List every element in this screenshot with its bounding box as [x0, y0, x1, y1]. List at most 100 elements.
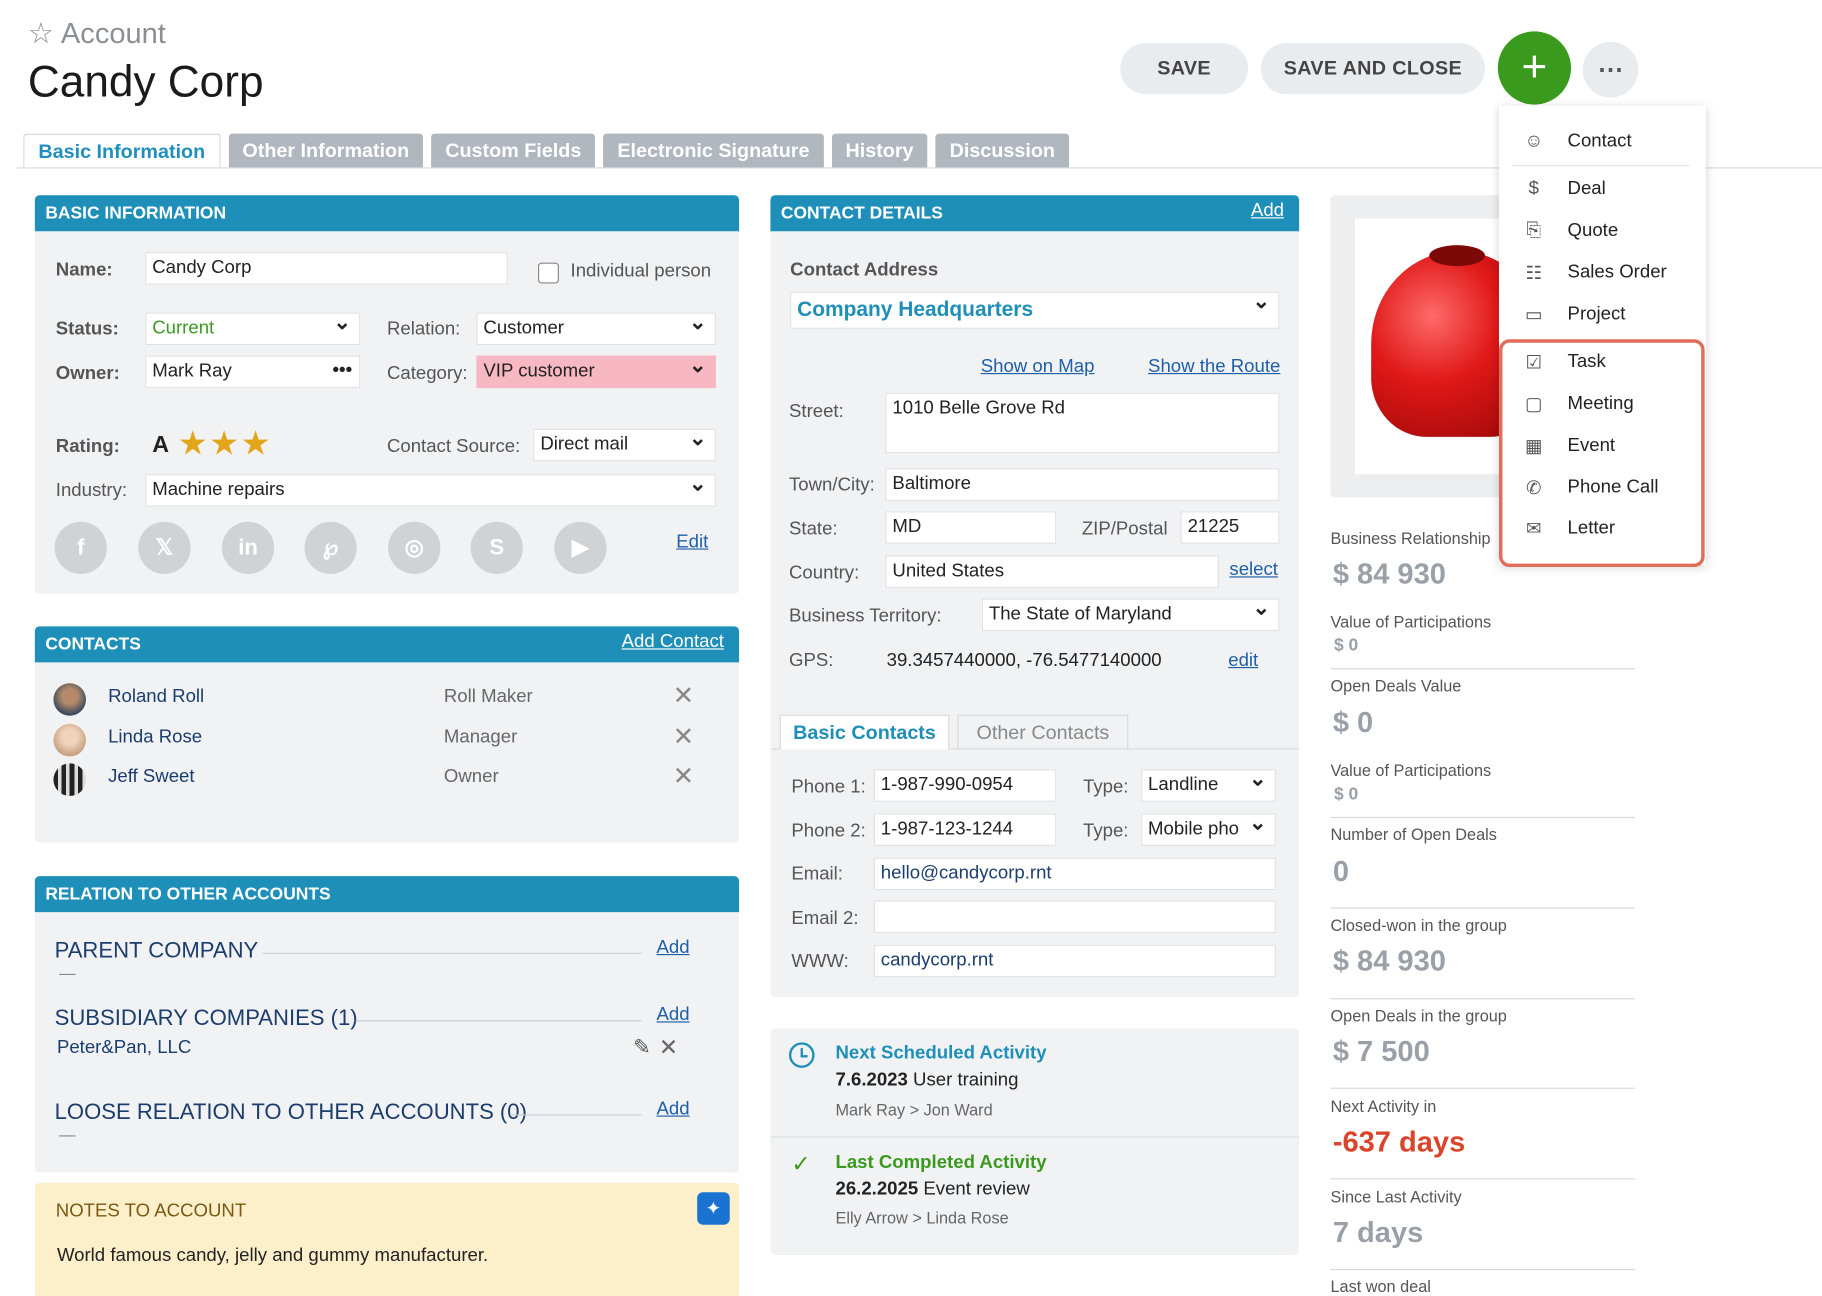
contact-row[interactable]: Jeff Sweet Owner ✕	[35, 761, 739, 796]
divider	[355, 1020, 642, 1022]
owner-field[interactable]: Mark Ray •••	[145, 355, 361, 389]
contact-source-label: Contact Source:	[386, 436, 521, 457]
stat-value: $ 0	[1333, 784, 1359, 805]
account-image[interactable]	[1354, 218, 1546, 475]
owner-label: Owner:	[55, 363, 120, 384]
relations-header: RELATION TO OTHER ACCOUNTS	[34, 876, 740, 913]
tab-electronic-signature[interactable]: Electronic Signature	[603, 133, 824, 169]
star-icon[interactable]: ☆	[28, 17, 54, 50]
pinterest-icon[interactable]: ℘	[304, 521, 357, 575]
subsidiary-item[interactable]: Peter&Pan, LLC	[57, 1038, 191, 1059]
edit-pencil-icon[interactable]: ✎	[633, 1035, 651, 1059]
divider	[770, 1136, 1300, 1138]
select-country-link[interactable]: select	[1229, 560, 1278, 581]
subsidiary-companies-heading: SUBSIDIARY COMPANIES (1)	[54, 1006, 358, 1031]
menu-item-sales-order[interactable]: ☷ Sales Order	[1522, 259, 1667, 287]
tab-custom-fields[interactable]: Custom Fields	[431, 133, 596, 169]
relation-select[interactable]: Customer	[476, 312, 716, 346]
tab-discussion[interactable]: Discussion	[935, 133, 1069, 169]
remove-contact-icon[interactable]: ✕	[673, 681, 694, 711]
remove-contact-icon[interactable]: ✕	[673, 722, 694, 752]
name-label: Name:	[55, 260, 113, 281]
last-activity-title[interactable]: Last Completed Activity	[835, 1153, 1046, 1174]
email2-input[interactable]	[873, 900, 1276, 934]
linkedin-icon[interactable]: in	[221, 521, 275, 575]
menu-item-deal[interactable]: $ Deal	[1522, 175, 1606, 203]
edit-social-link[interactable]: Edit	[676, 532, 708, 553]
street-input[interactable]: 1010 Belle Grove Rd	[885, 392, 1280, 454]
town-input[interactable]: Baltimore	[885, 468, 1280, 501]
divider	[1330, 816, 1635, 819]
show-on-map-link[interactable]: Show on Map	[981, 357, 1095, 378]
skype-icon[interactable]: S	[470, 521, 523, 575]
tab-basic-contacts[interactable]: Basic Contacts	[779, 714, 950, 750]
tab-other-contacts[interactable]: Other Contacts	[957, 714, 1129, 750]
tab-basic-information[interactable]: Basic Information	[23, 133, 221, 169]
www-input[interactable]: candycorp.rnt	[873, 944, 1276, 978]
stat-value: 7 days	[1332, 1216, 1424, 1250]
country-input[interactable]: United States	[885, 555, 1219, 588]
rating-stars-icon[interactable]: ★★★	[178, 423, 272, 464]
type-label: Type:	[1082, 821, 1129, 842]
country-label: Country:	[788, 563, 860, 584]
contact-role: Manager	[443, 727, 518, 748]
stat-label: Value of Participations	[1330, 761, 1492, 780]
stat-label: Next Activity in	[1330, 1096, 1437, 1116]
status-select[interactable]: Current	[145, 312, 361, 346]
instagram-icon[interactable]: ◎	[388, 521, 441, 575]
phone2-type-select[interactable]: Mobile pho	[1141, 813, 1276, 846]
notes-text[interactable]: World famous candy, jelly and gummy manu…	[57, 1246, 488, 1267]
remove-subsidiary-icon[interactable]: ✕	[659, 1033, 678, 1062]
phone2-label: Phone 2:	[791, 821, 866, 842]
x-twitter-icon[interactable]: 𝕏	[138, 521, 191, 575]
category-select[interactable]: VIP customer	[476, 355, 716, 389]
parent-company-value: —	[59, 963, 76, 982]
contact-details-header: CONTACT DETAILS Add	[770, 195, 1300, 232]
facebook-icon[interactable]: f	[54, 521, 107, 575]
show-route-link[interactable]: Show the Route	[1148, 357, 1280, 378]
zip-input[interactable]: 21225	[1180, 511, 1280, 544]
menu-item-contact[interactable]: ☺ Contact	[1522, 128, 1631, 156]
menu-item-project[interactable]: ▭ Project	[1522, 301, 1625, 329]
contact-name[interactable]: Jeff Sweet	[108, 767, 194, 788]
add-address-link[interactable]: Add	[1251, 201, 1284, 222]
next-activity-title[interactable]: Next Scheduled Activity	[835, 1043, 1046, 1064]
ai-assistant-icon[interactable]: ✦	[697, 1192, 730, 1225]
divider	[1330, 998, 1635, 1000]
menu-item-quote[interactable]: ⎘ Quote	[1522, 217, 1618, 245]
email-input[interactable]: hello@candycorp.rnt	[873, 857, 1276, 891]
state-input[interactable]: MD	[885, 511, 1057, 544]
youtube-icon[interactable]: ▶	[554, 521, 607, 575]
contact-row[interactable]: Linda Rose Manager ✕	[35, 722, 739, 757]
save-and-close-button[interactable]: SAVE AND CLOSE	[1260, 42, 1486, 95]
owner-more-icon[interactable]: •••	[333, 360, 353, 381]
phone1-type-select[interactable]: Landline	[1141, 769, 1276, 802]
add-loose-relation-link[interactable]: Add	[657, 1099, 690, 1120]
tab-other-information[interactable]: Other Information	[228, 133, 424, 169]
more-options-button[interactable]: ⋯	[1582, 41, 1639, 98]
contact-address-select[interactable]: Company Headquarters	[790, 291, 1280, 329]
territory-select[interactable]: The State of Maryland	[981, 598, 1280, 631]
stat-value: $ 84 930	[1332, 944, 1446, 978]
contact-row[interactable]: Roland Roll Roll Maker ✕	[35, 681, 739, 716]
contact-source-select[interactable]: Direct mail	[533, 428, 716, 462]
tab-history[interactable]: History	[831, 133, 928, 169]
avatar	[53, 763, 86, 796]
gps-edit-link[interactable]: edit	[1228, 651, 1258, 672]
phone1-input[interactable]: 1-987-990-0954	[873, 769, 1057, 802]
divider	[510, 1114, 642, 1116]
contact-name[interactable]: Roland Roll	[108, 687, 204, 708]
add-new-button[interactable]: +	[1497, 31, 1572, 105]
individual-person-checkbox[interactable]	[538, 262, 559, 284]
save-button[interactable]: SAVE	[1120, 42, 1248, 95]
contact-name[interactable]: Linda Rose	[108, 727, 202, 748]
check-icon: ✓	[791, 1151, 811, 1178]
phone2-input[interactable]: 1-987-123-1244	[873, 813, 1057, 846]
remove-contact-icon[interactable]: ✕	[673, 761, 694, 791]
name-input[interactable]: Candy Corp	[145, 252, 508, 285]
industry-select[interactable]: Machine repairs	[145, 474, 716, 507]
add-subsidiary-link[interactable]: Add	[657, 1005, 690, 1026]
divider	[1330, 1178, 1635, 1180]
add-parent-link[interactable]: Add	[657, 938, 690, 959]
add-contact-link[interactable]: Add Contact	[622, 632, 724, 653]
